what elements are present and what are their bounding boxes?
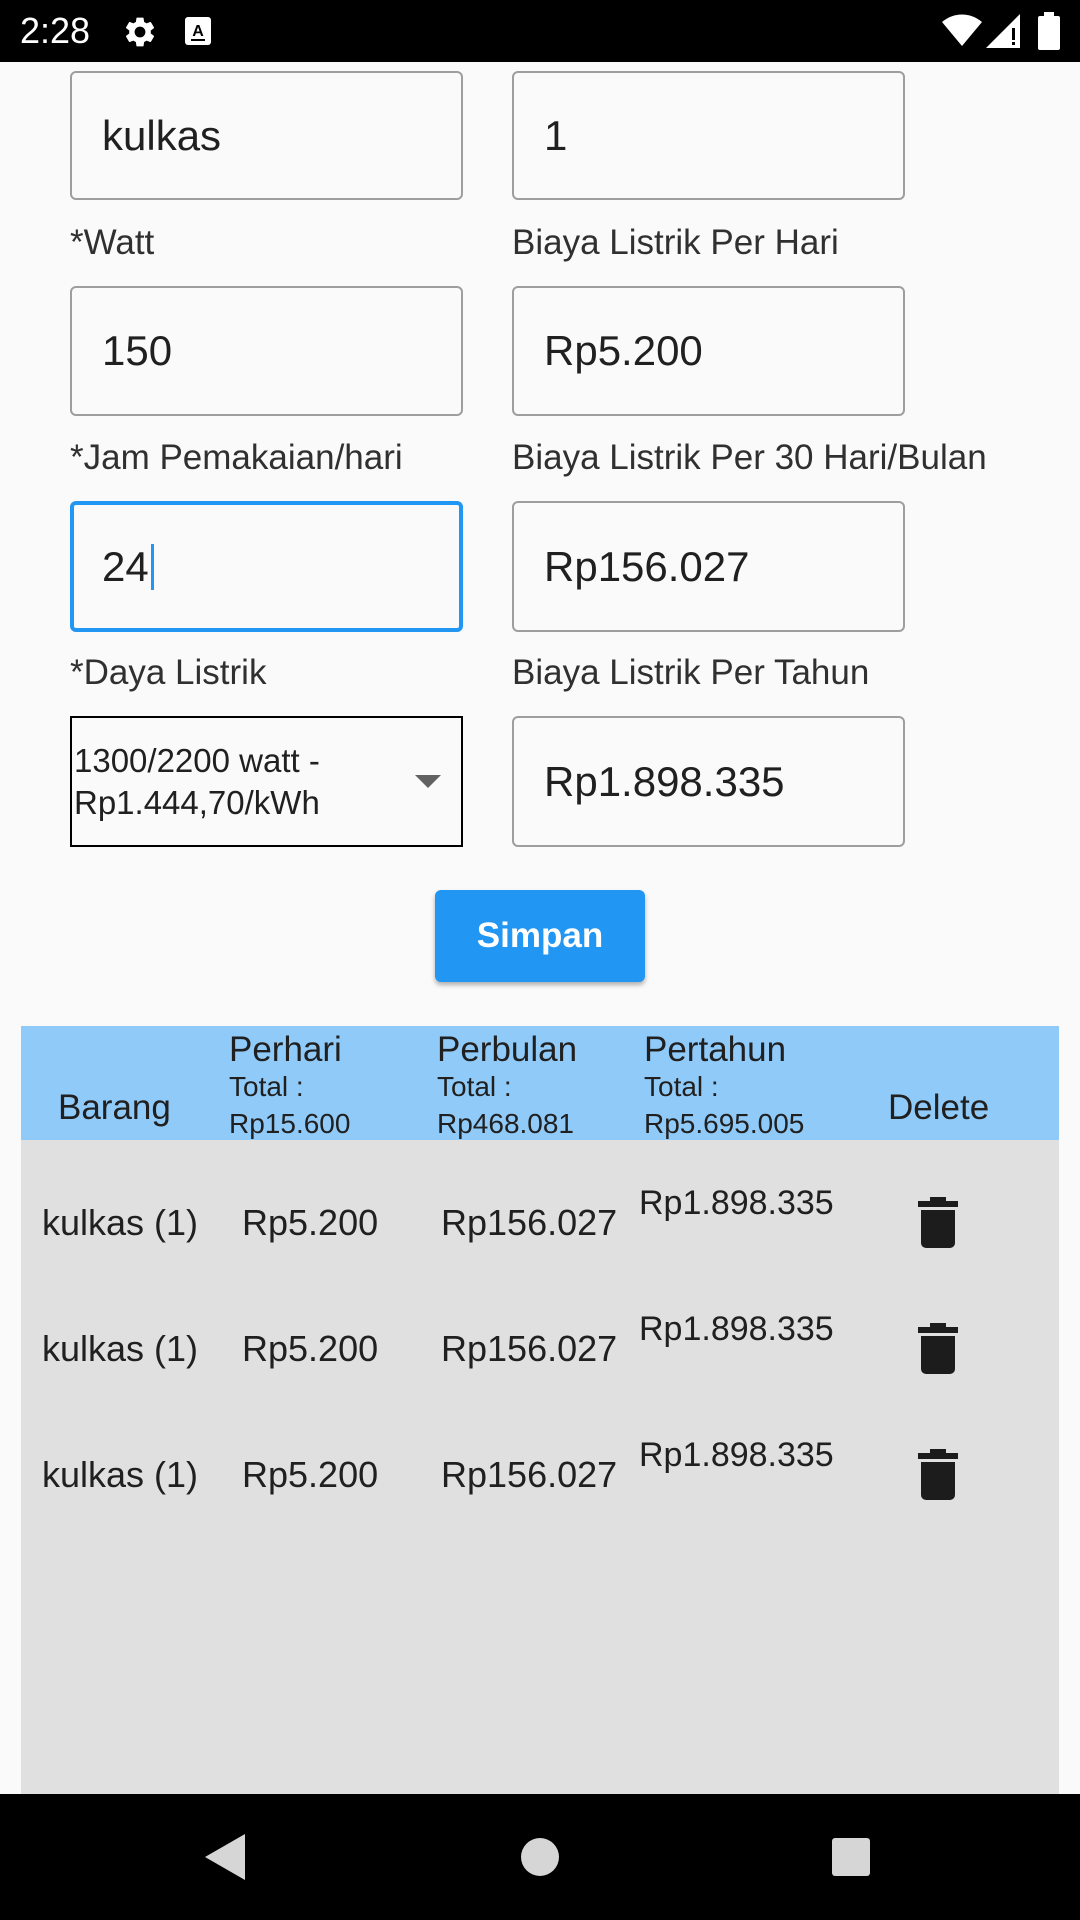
item-name-value: kulkas <box>102 111 222 159</box>
table-row: kulkas (1) Rp5.200 Rp156.027 Rp1.898.335 <box>21 1266 1059 1392</box>
row-day-cost: Rp5.200 <box>242 1454 379 1495</box>
power-label: *Daya Listrik <box>70 653 267 692</box>
year-total-label: Total : <box>644 1071 719 1102</box>
month-total-label: Total : <box>437 1071 512 1102</box>
usage-hours-value: 24 <box>102 505 154 628</box>
row-day-cost: Rp5.200 <box>242 1202 379 1243</box>
signal-icon <box>986 14 1020 53</box>
usage-hours-field[interactable]: 24 <box>70 501 463 632</box>
per-month-cost-value: Rp156.027 <box>544 542 750 590</box>
row-item: kulkas (1) <box>42 1202 199 1243</box>
table-body: kulkas (1) Rp5.200 Rp156.027 Rp1.898.335… <box>21 1140 1059 1794</box>
watt-field[interactable]: 150 <box>70 286 463 416</box>
app-screen: 2:28 A kulkas 1 *Watt Biaya Listrik Per … <box>0 0 1080 1920</box>
row-year-cost: Rp1.898.335 <box>639 1184 834 1222</box>
per-day-cost-field[interactable]: Rp5.200 <box>512 286 905 416</box>
recents-icon[interactable] <box>826 1832 876 1882</box>
column-day-header: Perhari <box>229 1030 342 1069</box>
save-button[interactable]: Simpan <box>435 890 645 982</box>
svg-text:A: A <box>192 23 204 40</box>
per-month-cost-field[interactable]: Rp156.027 <box>512 501 905 632</box>
usage-hours-text: 24 <box>102 542 149 590</box>
quantity-value: 1 <box>544 111 568 159</box>
status-time: 2:28 <box>20 10 91 51</box>
table-row: kulkas (1) Rp5.200 Rp156.027 Rp1.898.335 <box>21 1140 1059 1266</box>
table-header: Barang Perhari Total : Rp15.600 Perbulan… <box>21 1026 1059 1140</box>
watt-value: 150 <box>102 327 173 374</box>
wifi-icon <box>942 14 982 53</box>
battery-icon <box>1038 12 1060 55</box>
status-bar: 2:28 A <box>0 0 1080 62</box>
per-day-cost-value: Rp5.200 <box>544 327 703 374</box>
delete-icon[interactable] <box>908 1445 968 1505</box>
dropdown-arrow-icon <box>415 775 441 788</box>
per-year-cost-value: Rp1.898.335 <box>544 757 785 805</box>
gear-icon <box>122 14 158 55</box>
column-year-header: Pertahun <box>644 1030 787 1069</box>
text-caret <box>150 543 154 590</box>
row-year-cost: Rp1.898.335 <box>639 1436 834 1474</box>
row-item: kulkas (1) <box>42 1328 199 1369</box>
table-row: kulkas (1) Rp5.200 Rp156.027 Rp1.898.335 <box>21 1392 1059 1518</box>
day-total-label: Total : <box>229 1071 304 1102</box>
day-total-value: Rp15.600 <box>229 1108 351 1139</box>
row-month-cost: Rp156.027 <box>441 1202 618 1243</box>
per-year-cost-label: Biaya Listrik Per Tahun <box>512 653 870 692</box>
power-selected-value: 1300/2200 watt - Rp1.444,70/kWh <box>74 742 320 821</box>
row-day-cost: Rp5.200 <box>242 1328 379 1369</box>
per-day-cost-label: Biaya Listrik Per Hari <box>512 223 839 262</box>
row-item: kulkas (1) <box>42 1454 199 1495</box>
per-year-cost-field[interactable]: Rp1.898.335 <box>512 716 905 847</box>
per-month-cost-label: Biaya Listrik Per 30 Hari/Bulan <box>512 438 987 477</box>
column-delete-header: Delete <box>888 1088 990 1127</box>
back-icon[interactable] <box>200 1832 250 1882</box>
row-month-cost: Rp156.027 <box>441 1454 618 1495</box>
column-month-header: Perbulan <box>437 1030 578 1069</box>
watt-label: *Watt <box>70 223 155 262</box>
month-total-value: Rp468.081 <box>437 1108 575 1139</box>
power-dropdown[interactable]: 1300/2200 watt - Rp1.444,70/kWh <box>70 716 463 847</box>
row-month-cost: Rp156.027 <box>441 1328 618 1369</box>
usage-hours-label: *Jam Pemakaian/hari <box>70 438 403 477</box>
item-name-field[interactable]: kulkas <box>70 71 463 200</box>
year-total-value: Rp5.695.005 <box>644 1108 805 1139</box>
quantity-field[interactable]: 1 <box>512 71 905 200</box>
font-a-icon: A <box>184 16 212 51</box>
column-item-header: Barang <box>58 1088 171 1127</box>
home-icon[interactable] <box>515 1832 565 1882</box>
delete-icon[interactable] <box>908 1193 968 1253</box>
navigation-bar <box>0 1794 1080 1920</box>
delete-icon[interactable] <box>908 1319 968 1379</box>
row-year-cost: Rp1.898.335 <box>639 1310 834 1348</box>
